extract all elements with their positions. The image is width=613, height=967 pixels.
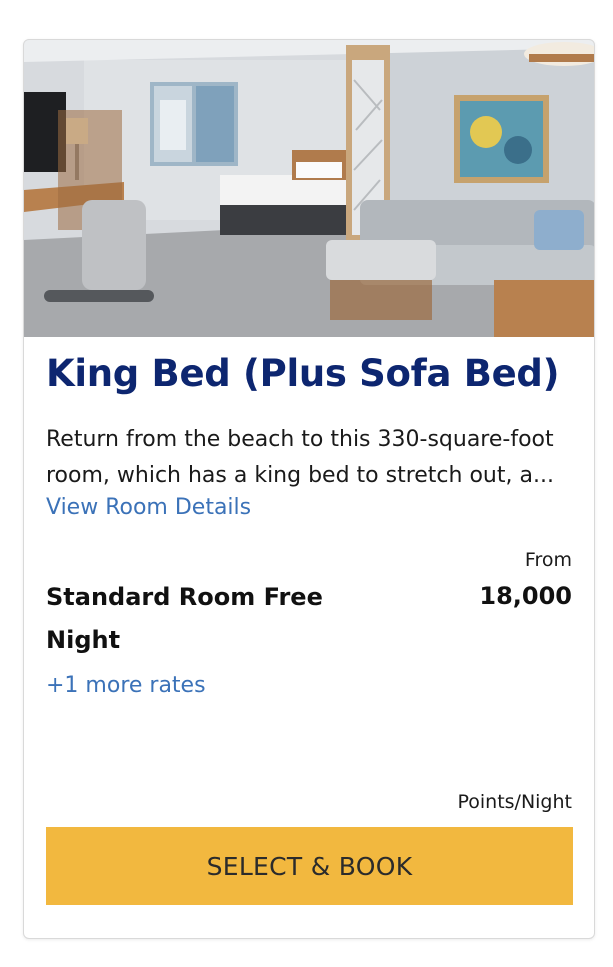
room-card: King Bed (Plus Sofa Bed) Return from the…	[23, 39, 595, 939]
points-price: 18,000	[479, 582, 572, 610]
view-room-details-link[interactable]: View Room Details	[46, 492, 251, 524]
room-photo[interactable]	[24, 40, 594, 337]
rate-name: Standard Room Free Night	[46, 583, 323, 654]
select-and-book-button[interactable]: SELECT & BOOK	[46, 827, 573, 905]
points-per-night-label: Points/Night	[457, 791, 572, 813]
from-label: From	[524, 549, 572, 571]
room-description: Return from the beach to this 330-square…	[46, 427, 554, 488]
more-rates-link[interactable]: +1 more rates	[46, 670, 206, 702]
room-title: King Bed (Plus Sofa Bed)	[46, 352, 560, 395]
room-photo-illustration	[24, 40, 594, 337]
